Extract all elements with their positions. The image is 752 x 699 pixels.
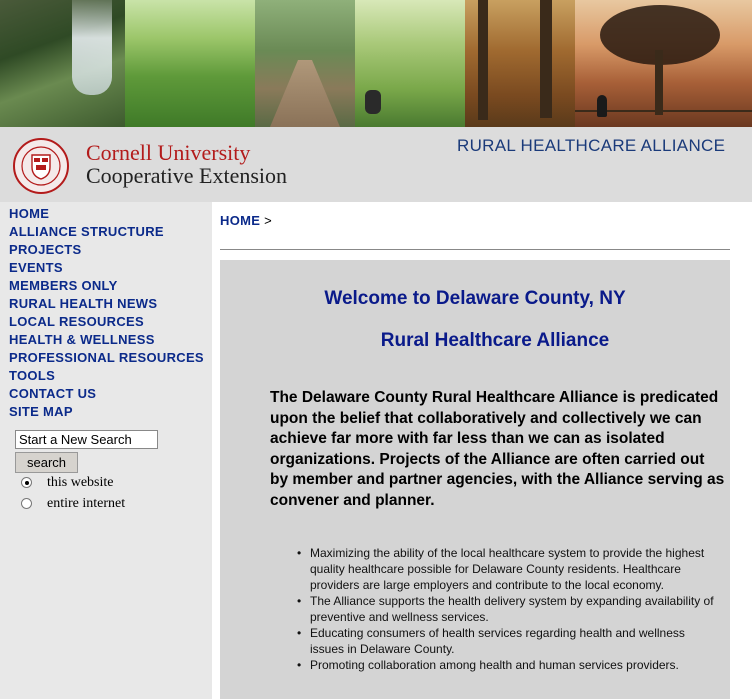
search-input[interactable] (15, 430, 158, 449)
university-subtitle[interactable]: Cooperative Extension (86, 164, 287, 188)
breadcrumb-separator: > (264, 213, 273, 228)
banner-meadow-panel (125, 0, 255, 127)
radio-this-website-label: this website (47, 475, 114, 490)
radio-entire-internet[interactable] (21, 498, 32, 509)
nav-projects[interactable]: PROJECTS (9, 242, 81, 258)
intro-paragraph: The Delaware County Rural Healthcare All… (270, 389, 725, 509)
search-button[interactable]: search (15, 452, 78, 473)
tree-trunk-shape (655, 50, 663, 115)
horse-shape (365, 90, 381, 114)
breadcrumb: HOME > (220, 213, 272, 228)
nav-professional-resources[interactable]: PROFESSIONAL RESOURCES (9, 350, 204, 366)
header-banner-image (0, 0, 752, 127)
nav-alliance-structure[interactable]: ALLIANCE STRUCTURE (9, 224, 164, 240)
nav-events[interactable]: EVENTS (9, 260, 63, 276)
nav-members-only[interactable]: MEMBERS ONLY (9, 278, 118, 294)
radio-this-website[interactable] (21, 477, 32, 488)
divider (220, 249, 730, 250)
person-silhouette-shape (597, 95, 607, 117)
nav-local-resources[interactable]: LOCAL RESOURCES (9, 314, 144, 330)
banner-waterfall-panel (0, 0, 125, 127)
list-item: Educating consumers of health services r… (297, 625, 722, 657)
list-item: Maximizing the ability of the local heal… (297, 545, 722, 593)
list-item: Promoting collaboration among health and… (297, 657, 722, 673)
nav-contact-us[interactable]: CONTACT US (9, 386, 96, 402)
nav-home[interactable]: HOME (9, 206, 49, 222)
cornell-seal-icon (13, 138, 69, 194)
welcome-subheading: Rural Healthcare Alliance (380, 330, 610, 351)
nav-rural-health-news[interactable]: RURAL HEALTH NEWS (9, 296, 157, 312)
tree-trunk-shape (540, 0, 552, 118)
breadcrumb-home-link[interactable]: HOME (220, 213, 260, 228)
waterfall-shape (72, 0, 112, 95)
nav-site-map[interactable]: SITE MAP (9, 404, 73, 420)
tree-trunk-shape (478, 0, 488, 120)
goals-list: Maximizing the ability of the local heal… (297, 545, 722, 673)
list-item: The Alliance supports the health deliver… (297, 593, 722, 625)
radio-entire-internet-label: entire internet (47, 496, 126, 511)
sidebar (0, 202, 212, 699)
welcome-heading: Welcome to Delaware County, NY (324, 288, 626, 309)
nav-tools[interactable]: TOOLS (9, 368, 55, 384)
site-title: RURAL HEALTHCARE ALLIANCE (457, 136, 726, 155)
nav-health-wellness[interactable]: HEALTH & WELLNESS (9, 332, 155, 348)
university-name[interactable]: Cornell University (86, 141, 250, 165)
